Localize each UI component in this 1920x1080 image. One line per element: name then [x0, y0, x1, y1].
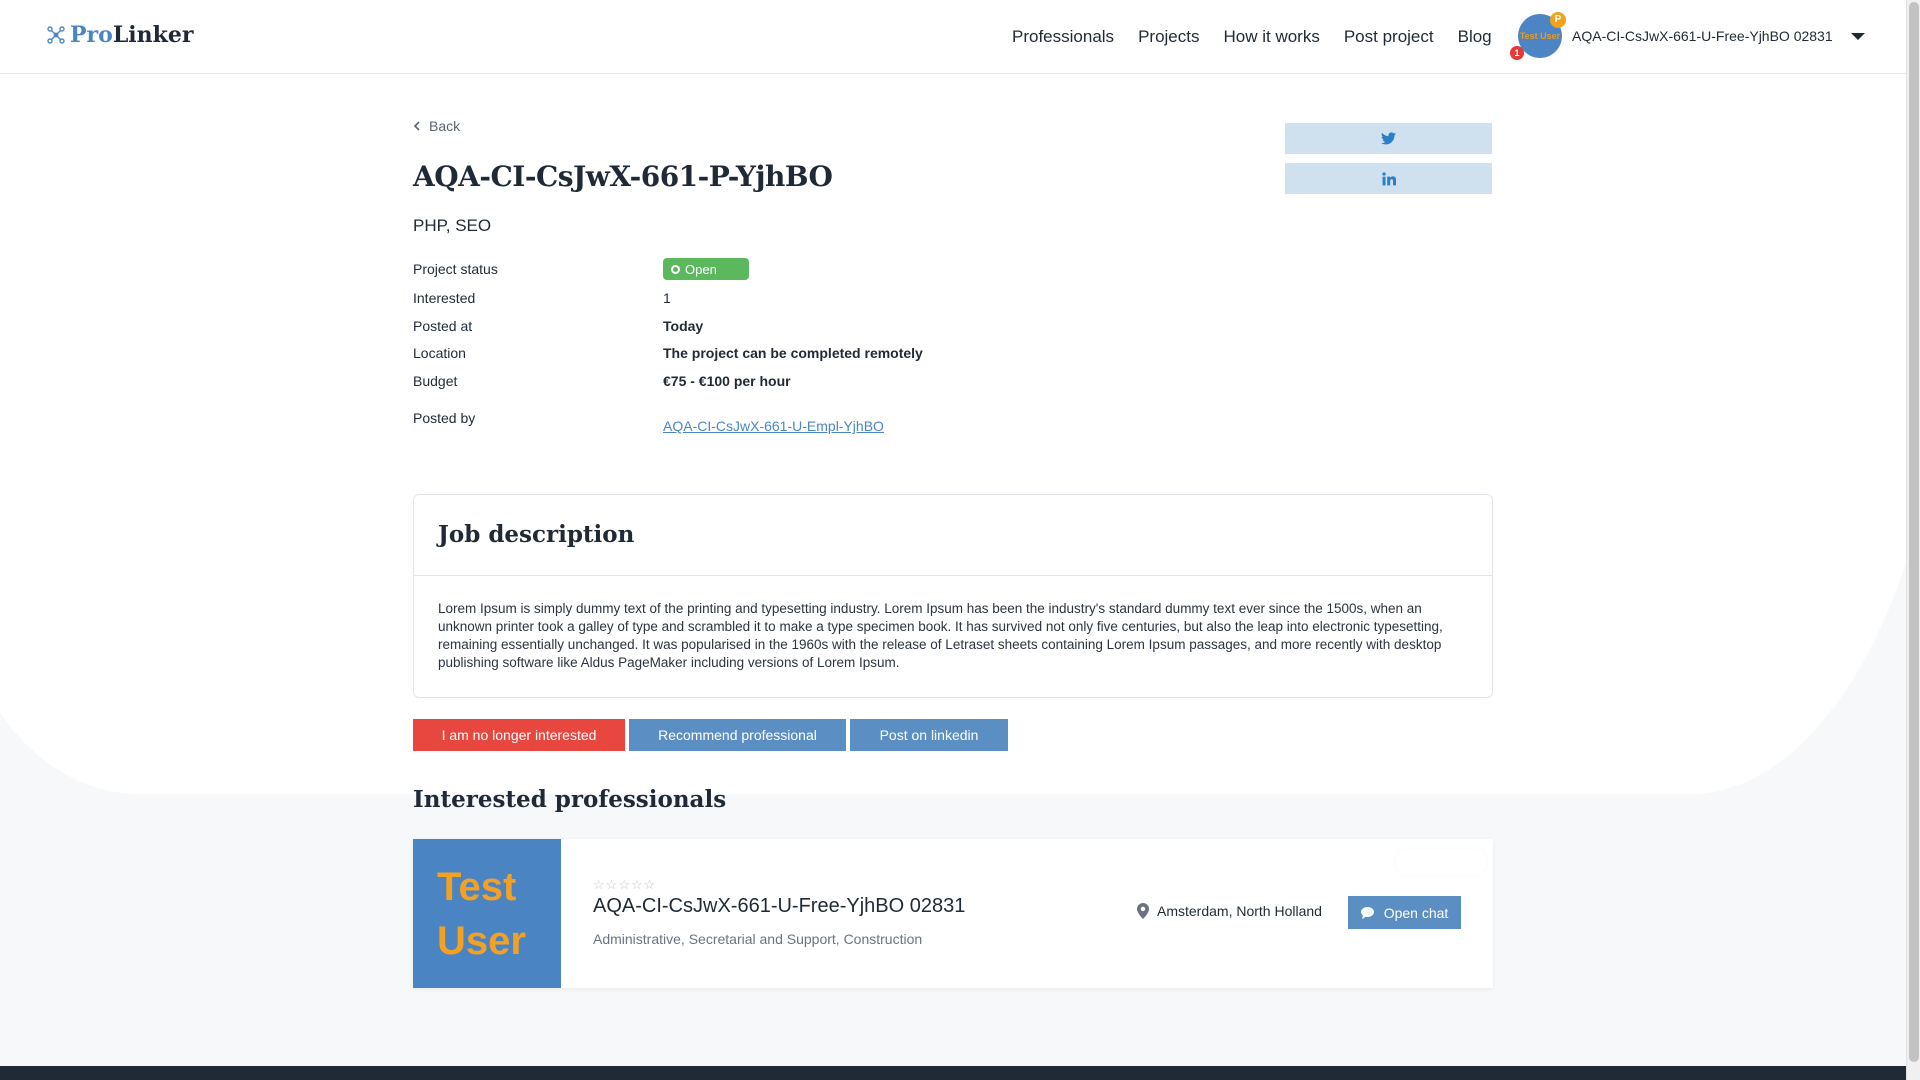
project-skills: PHP, SEO: [413, 216, 492, 235]
star-icon: ☆: [605, 877, 619, 892]
notification-badge[interactable]: 1: [1510, 46, 1524, 60]
chat-bubble-icon: [1360, 906, 1374, 919]
user-name[interactable]: AQA-CI-CsJwX-661-U-Free-YjhBO 02831: [1572, 28, 1833, 44]
photo-text-line2: User: [437, 918, 526, 963]
professional-location: Amsterdam, North Holland: [1137, 903, 1322, 919]
project-actions: I am no longer interested Recommend prof…: [413, 719, 1012, 751]
professional-photo[interactable]: Test User: [413, 839, 561, 988]
nav-how-it-works[interactable]: How it works: [1223, 27, 1319, 47]
job-description-card: Job description Lorem Ipsum is simply du…: [413, 494, 1493, 698]
main-nav: Professionals Projects How it works Post…: [1000, 0, 1504, 74]
interested-value: 1: [663, 290, 671, 306]
chevron-left-icon: [413, 121, 420, 131]
premium-badge: P: [1550, 12, 1566, 28]
back-link[interactable]: Back: [413, 118, 460, 134]
project-title: AQA-CI-CsJwX-661-P-YjhBO: [413, 160, 833, 193]
twitter-icon: [1381, 132, 1396, 145]
top-navbar: Pro Linker Professionals Projects How it …: [0, 0, 1906, 74]
job-description-heading: Job description: [414, 495, 1492, 576]
posted-at-label: Posted at: [413, 318, 473, 334]
card-ghost-badge: [1396, 849, 1486, 875]
chevron-down-icon[interactable]: [1850, 32, 1865, 40]
nav-professionals[interactable]: Professionals: [1012, 27, 1114, 47]
back-label: Back: [429, 118, 461, 134]
photo-text-line1: Test: [437, 864, 517, 909]
prolinker-logo[interactable]: Pro Linker: [46, 22, 193, 48]
open-chat-button[interactable]: Open chat: [1348, 896, 1461, 929]
recommend-professional-button[interactable]: Recommend professional: [629, 719, 846, 751]
location-label: Location: [413, 345, 466, 361]
posted-at-value: Today: [663, 318, 704, 334]
avatar-text: Test User: [1519, 31, 1561, 41]
rating-stars: ☆☆☆☆☆: [593, 877, 656, 893]
nav-blog[interactable]: Blog: [1458, 27, 1492, 47]
professional-name[interactable]: AQA-CI-CsJwX-661-U-Free-YjhBO 02831: [593, 895, 965, 918]
scrollbar-thumb[interactable]: [1909, 2, 1919, 1062]
not-interested-button[interactable]: I am no longer interested: [413, 719, 625, 751]
post-on-linkedin-button[interactable]: Post on linkedin: [850, 719, 1008, 751]
status-badge: Open: [663, 258, 749, 280]
star-icon: ☆: [618, 877, 631, 892]
logo-icon: [47, 26, 65, 44]
location-text: Amsterdam, North Holland: [1157, 903, 1322, 919]
budget-label: Budget: [413, 373, 458, 389]
open-chat-label: Open chat: [1383, 904, 1449, 921]
open-circle-icon: [671, 264, 680, 274]
nav-post-project[interactable]: Post project: [1344, 27, 1434, 47]
star-icon: ☆: [593, 877, 606, 892]
map-pin-icon: [1137, 903, 1149, 919]
job-description-text: Lorem Ipsum is simply dummy text of the …: [438, 601, 1443, 670]
twitter-share-button[interactable]: [1285, 123, 1492, 154]
interested-label: Interested: [413, 290, 476, 306]
footer-strip: [0, 1066, 1906, 1080]
page-scrollbar[interactable]: [1906, 0, 1920, 1080]
user-menu[interactable]: Test User P 1 AQA-CI-CsJwX-661-U-Free-Yj…: [1510, 12, 1865, 60]
status-label: Project status: [413, 261, 498, 277]
linkedin-share-button[interactable]: [1285, 163, 1492, 194]
interested-professionals-heading: Interested professionals: [413, 786, 727, 813]
logo-text-linker: Linker: [112, 22, 194, 48]
user-avatar[interactable]: Test User P 1: [1510, 12, 1566, 60]
star-icon: ☆: [643, 877, 657, 892]
budget-value: €75 - €100 per hour: [663, 373, 791, 389]
posted-by-label: Posted by: [413, 410, 476, 426]
location-value: The project can be completed remotely: [663, 345, 923, 361]
logo-text-pro: Pro: [70, 22, 113, 48]
nav-projects[interactable]: Projects: [1138, 27, 1199, 47]
status-value: Open: [685, 261, 717, 277]
posted-by-link[interactable]: AQA-CI-CsJwX-661-U-Empl-YjhBO: [663, 418, 884, 434]
linkedin-icon: [1381, 171, 1396, 185]
star-icon: ☆: [630, 877, 644, 892]
professional-card[interactable]: Test User ☆☆☆☆☆ AQA-CI-CsJwX-661-U-Free-…: [413, 839, 1493, 988]
professional-categories: Administrative, Secretarial and Support,…: [593, 931, 923, 947]
